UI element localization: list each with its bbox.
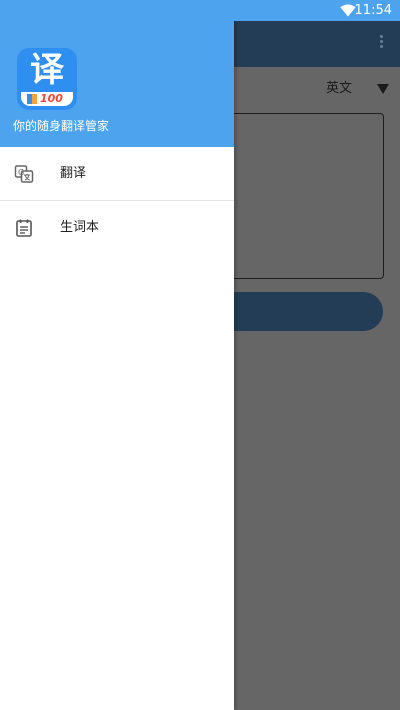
drawer-item-translate[interactable]: G 翻译: [0, 148, 234, 200]
status-time: 11:54: [354, 3, 392, 18]
app-logo-char: 译: [30, 50, 64, 90]
translate-icon: G: [14, 165, 34, 183]
app-tagline: 你的随身翻译管家: [13, 119, 110, 133]
screen: 英文 译 100 你的随身翻译管家 G 翻译 生词本 11:54: [0, 0, 400, 710]
status-bar: 11:54: [0, 0, 400, 21]
overflow-menu-icon[interactable]: [380, 35, 384, 53]
target-language-label[interactable]: 英文: [326, 81, 352, 97]
divider: [0, 200, 234, 201]
book-icon: [27, 94, 37, 104]
svg-text:G: G: [18, 168, 24, 177]
drawer-item-vocabulary[interactable]: 生词本: [0, 202, 234, 254]
notebook-icon: [16, 219, 32, 237]
drawer-header: 译 100 你的随身翻译管家: [0, 0, 234, 147]
app-logo: 译 100: [17, 48, 77, 110]
app-logo-number: 100: [40, 92, 63, 105]
translation-input-box[interactable]: [222, 113, 384, 279]
drawer-item-label: 生词本: [60, 220, 100, 235]
drawer-item-label: 翻译: [60, 166, 87, 181]
dropdown-arrow-icon[interactable]: [377, 84, 389, 94]
navigation-drawer: 译 100 你的随身翻译管家 G 翻译 生词本: [0, 0, 234, 710]
